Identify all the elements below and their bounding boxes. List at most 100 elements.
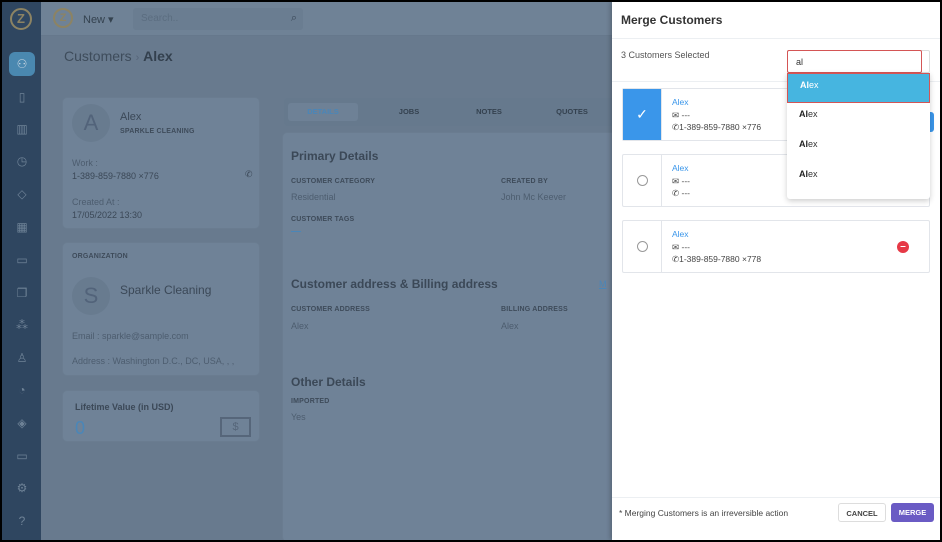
created-label: Created At : xyxy=(72,197,120,207)
customers-icon[interactable]: ⚇ xyxy=(9,52,35,76)
customer-phone: ✆ --- xyxy=(672,188,690,198)
user-icon[interactable]: ♙ xyxy=(9,346,35,370)
tab-quotes[interactable]: QUOTES xyxy=(537,103,607,121)
mail-icon: ✉ xyxy=(672,242,680,252)
search-dropdown: Alex Alex Alex Alex xyxy=(787,73,930,199)
category-value: Residential xyxy=(291,192,336,202)
dropdown-option[interactable]: Alex xyxy=(787,163,930,193)
merge-button[interactable]: MERGE xyxy=(891,503,934,522)
lifetime-value: 0 xyxy=(75,418,86,438)
customer-email: ✉ --- xyxy=(672,242,690,252)
other-details-title: Other Details xyxy=(291,375,366,389)
primary-marker xyxy=(930,112,934,132)
search-placeholder: Search.. xyxy=(141,13,179,24)
divider xyxy=(612,497,940,498)
device-icon[interactable]: ▯ xyxy=(9,85,35,109)
selected-count: 3 Customers Selected xyxy=(621,50,710,60)
customer-email: ✉ --- xyxy=(672,110,690,120)
profile-name: Alex xyxy=(120,111,142,123)
phone-icon[interactable]: ✆ xyxy=(245,169,253,180)
help-icon[interactable]: ? xyxy=(9,509,35,533)
customer-search-input[interactable]: al xyxy=(787,50,922,73)
address-link[interactable]: M xyxy=(599,279,607,289)
org-avatar: S xyxy=(72,277,110,315)
cluster-icon[interactable]: ⁂ xyxy=(9,313,35,337)
profile-card: A Alex SPARKLE CLEANING Work : 1-389-859… xyxy=(62,97,260,229)
pie-icon[interactable]: ◔ xyxy=(9,378,35,402)
modal-title: Merge Customers xyxy=(621,13,723,27)
lifetime-label: Lifetime Value (in USD) xyxy=(75,402,174,412)
mail-icon: ✉ xyxy=(672,176,680,186)
calendar-icon[interactable]: ▭ xyxy=(9,248,35,272)
tab-details[interactable]: DETAILS xyxy=(288,103,358,121)
profile-company: SPARKLE CLEANING xyxy=(120,128,195,135)
org-email: Email : sparkle@sample.com xyxy=(72,331,189,341)
clock-icon[interactable]: ◷ xyxy=(9,149,35,173)
money-icon: $ xyxy=(220,417,251,437)
lifetime-card: Lifetime Value (in USD) 0 $ xyxy=(62,390,260,442)
customer-name[interactable]: Alex xyxy=(672,229,689,239)
breadcrumb-separator: › xyxy=(135,52,140,64)
new-dropdown[interactable]: New ▾ xyxy=(83,13,114,26)
customer-name[interactable]: Alex xyxy=(672,97,689,107)
created-by-label: CREATED BY xyxy=(501,178,548,185)
cancel-button[interactable]: CANCEL xyxy=(838,503,886,522)
mail-icon: ✉ xyxy=(672,110,680,120)
tags-value: — xyxy=(291,226,301,237)
search-input[interactable]: Search.. ⌕ xyxy=(133,8,303,30)
customer-card[interactable]: Alex ✉ --- ✆1-389-859-7880 ×778 – xyxy=(622,220,930,273)
dropdown-option[interactable]: Alex xyxy=(787,73,930,103)
customer-phone: ✆1-389-859-7880 ×778 xyxy=(672,254,762,264)
tab-jobs[interactable]: JOBS xyxy=(374,103,444,121)
dropdown-option[interactable]: Alex xyxy=(787,103,930,133)
gear-icon[interactable]: ⚙ xyxy=(9,476,35,500)
tab-notes[interactable]: NOTES xyxy=(454,103,524,121)
radio-button[interactable] xyxy=(637,241,648,252)
organization-card: ORGANIZATION S Sparkle Cleaning Email : … xyxy=(62,242,260,376)
org-address: Address : Washington D.C., DC, USA, , , xyxy=(72,356,235,366)
tags-label: CUSTOMER TAGS xyxy=(291,216,355,223)
calculator-icon[interactable]: ▦ xyxy=(9,215,35,239)
radio-button[interactable] xyxy=(637,175,648,186)
app-window: Z ⚇ ▯ ▥ ◷ ◇ ▦ ▭ ❐ ⁂ ♙ ◔ ◈ ▭ ⚙ ? Z New ▾ … xyxy=(2,2,940,540)
imported-label: IMPORTED xyxy=(291,398,330,405)
avatar: A xyxy=(72,104,110,142)
logo: Z xyxy=(10,8,32,30)
work-label: Work : xyxy=(72,158,98,168)
select-cell xyxy=(623,155,662,206)
documents-icon[interactable]: ❐ xyxy=(9,281,35,305)
tag-icon[interactable]: ◇ xyxy=(9,182,35,206)
billing-address-label: BILLING ADDRESS xyxy=(501,306,568,313)
brand-logo[interactable]: Z xyxy=(53,8,73,28)
remove-icon[interactable]: – xyxy=(897,241,909,253)
check-icon[interactable]: ✓ xyxy=(623,89,662,140)
primary-details-title: Primary Details xyxy=(291,149,379,163)
billing-address-value: Alex xyxy=(501,321,519,331)
imported-value: Yes xyxy=(291,412,306,422)
map-icon[interactable]: ▥ xyxy=(9,117,35,141)
monitor-icon[interactable]: ▭ xyxy=(9,444,35,468)
divider xyxy=(612,38,940,39)
customer-email: ✉ --- xyxy=(672,176,690,186)
breadcrumb-customers[interactable]: Customers xyxy=(64,48,132,64)
category-label: CUSTOMER CATEGORY xyxy=(291,178,376,185)
customer-address-label: CUSTOMER ADDRESS xyxy=(291,306,371,313)
org-name: Sparkle Cleaning xyxy=(120,283,212,297)
created-at: 17/05/2022 13:30 xyxy=(72,210,143,220)
dropdown-option[interactable]: Alex xyxy=(787,133,930,163)
address-title: Customer address & Billing address xyxy=(291,277,498,291)
details-panel: Primary Details CUSTOMER CATEGORY Reside… xyxy=(282,132,622,540)
breadcrumb: Customers › Alex xyxy=(64,48,173,64)
select-cell xyxy=(623,221,662,272)
irreversible-note: * Merging Customers is an irreversible a… xyxy=(619,508,789,518)
breadcrumb-current: Alex xyxy=(143,48,173,64)
customer-name[interactable]: Alex xyxy=(672,163,689,173)
work-phone: 1-389-859-7880 ×776 xyxy=(72,171,159,181)
sidebar: Z ⚇ ▯ ▥ ◷ ◇ ▦ ▭ ❐ ⁂ ♙ ◔ ◈ ▭ ⚙ ? xyxy=(2,2,41,540)
organization-heading: ORGANIZATION xyxy=(72,253,128,260)
customer-phone: ✆1-389-859-7880 ×776 xyxy=(672,122,762,132)
layers-icon[interactable]: ◈ xyxy=(9,411,35,435)
search-icon[interactable]: ⌕ xyxy=(291,12,297,25)
phone-icon: ✆ xyxy=(672,188,680,198)
customer-address-value: Alex xyxy=(291,321,309,331)
